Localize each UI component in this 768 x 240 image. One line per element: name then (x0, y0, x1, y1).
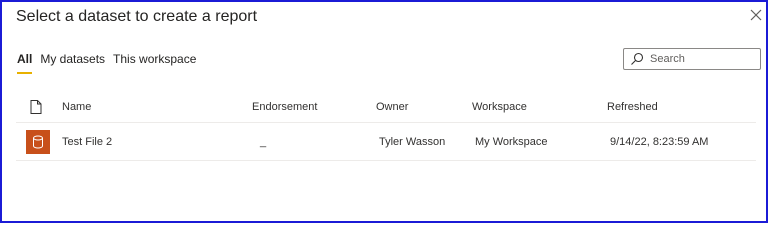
column-header-owner[interactable]: Owner (376, 101, 408, 113)
cell-workspace: My Workspace (475, 136, 548, 148)
tab-list: All My datasets This workspace (17, 52, 204, 74)
tab-my-datasets[interactable]: My datasets (40, 52, 105, 74)
file-icon (30, 100, 42, 114)
search-icon (631, 52, 644, 65)
column-header-workspace[interactable]: Workspace (472, 101, 527, 113)
column-header-endorsement[interactable]: Endorsement (252, 101, 317, 113)
close-icon[interactable] (749, 8, 763, 22)
column-header-name[interactable]: Name (62, 101, 91, 113)
search-placeholder: Search (650, 53, 685, 65)
dialog-title: Select a dataset to create a report (16, 8, 258, 25)
cell-name: Test File 2 (62, 136, 113, 148)
tab-all[interactable]: All (17, 52, 33, 74)
tab-this-workspace[interactable]: This workspace (113, 52, 196, 74)
table-header: Name Endorsement Owner Workspace Refresh… (16, 94, 756, 123)
column-header-refreshed[interactable]: Refreshed (607, 101, 658, 113)
dataset-icon (26, 130, 50, 154)
cell-refreshed: 9/14/22, 8:23:59 AM (610, 136, 709, 148)
cell-endorsement: _ (260, 136, 267, 148)
cell-owner: Tyler Wasson (379, 136, 446, 148)
dialog: Select a dataset to create a report All … (0, 0, 768, 223)
table-row[interactable]: Test File 2 _ Tyler Wasson My Workspace … (16, 124, 756, 161)
search-input[interactable]: Search (623, 48, 761, 70)
